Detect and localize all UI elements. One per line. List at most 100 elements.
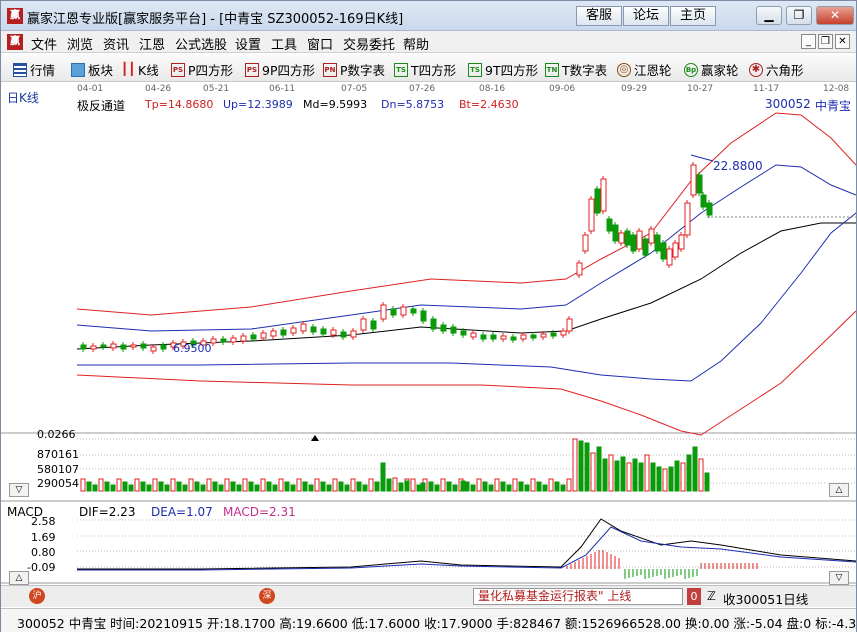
tool-9t-square[interactable]: TS 9T四方形 <box>468 60 538 79</box>
mdi-minimize-button[interactable]: _ <box>801 34 816 49</box>
volume-label: 870161 <box>37 448 79 461</box>
candle-body <box>624 230 631 246</box>
shenzhen-icon[interactable]: 深 <box>259 588 275 604</box>
tool-blocks[interactable]: 板块 <box>71 60 113 79</box>
volume-bar <box>398 482 404 492</box>
volume-bar <box>308 484 314 492</box>
grid-icon <box>13 62 27 77</box>
chart-area[interactable]: 日K线 04-01 04-26 05-21 06-11 07-05 07-26 08-16 0… <box>1 83 856 609</box>
candle-body <box>120 344 127 350</box>
tool-t-square[interactable]: TS T四方形 <box>394 60 456 79</box>
volume-bar <box>464 481 470 492</box>
volume-bar <box>194 481 200 492</box>
gann-wheel-icon: ◎ <box>617 62 631 77</box>
menu-help[interactable]: 帮助 <box>403 34 429 53</box>
volume-bar <box>80 478 86 492</box>
alert-icon: ℤ <box>707 589 716 603</box>
volume-bar <box>470 484 476 492</box>
volume-bar <box>608 454 614 492</box>
macd-axis-label: 1.69 <box>31 531 56 544</box>
volume-bar <box>460 480 466 492</box>
candle-body <box>350 330 357 338</box>
status-quote: 300052 中青宝 时间:20210915 开:18.1700 高:19.66… <box>17 616 857 631</box>
link-forum[interactable]: 论坛 <box>623 6 669 26</box>
menu-bar: 赢 文件 浏览 资讯 江恩 公式选股 设置 工具 窗口 交易委托 帮助 _ ❐ … <box>1 31 856 53</box>
macd-axis-label: 0.80 <box>31 546 56 559</box>
volume-bar <box>386 478 392 492</box>
menu-window[interactable]: 窗口 <box>307 34 333 53</box>
shanghai-icon[interactable]: 沪 <box>29 588 45 604</box>
candle-body <box>130 344 137 348</box>
candle-body <box>480 334 487 340</box>
volume-bar <box>170 478 176 492</box>
macd-expand-button[interactable]: ▽ <box>829 571 849 585</box>
volume-bar <box>314 478 320 492</box>
volume-bar <box>392 477 398 492</box>
volume-bar <box>668 466 674 492</box>
menu-formula[interactable]: 公式选股 <box>175 34 227 53</box>
menu-settings[interactable]: 设置 <box>235 34 261 53</box>
volume-bar <box>128 484 134 492</box>
tool-hexagon[interactable]: ✱ 六角形 <box>749 60 804 79</box>
pn-icon: PN <box>323 62 337 77</box>
menu-tools[interactable]: 工具 <box>271 34 297 53</box>
candle-body <box>530 334 537 339</box>
tool-kline[interactable]: ┃┃ K线 <box>121 60 159 79</box>
volume-bar <box>542 484 548 492</box>
volume-collapse-button[interactable]: ▽ <box>9 483 29 497</box>
tool-gann-wheel[interactable]: ◎ 江恩轮 <box>617 60 672 79</box>
mdi-restore-button[interactable]: ❐ <box>818 34 833 49</box>
tool-t-table[interactable]: TN T数字表 <box>545 60 607 79</box>
volume-bar <box>272 484 278 492</box>
candle-body <box>380 304 387 320</box>
candle-body <box>80 344 87 350</box>
volume-bar <box>302 481 308 492</box>
volume-bar <box>566 478 572 492</box>
tool-p-square[interactable]: PS P四方形 <box>171 60 233 79</box>
tool-quotes[interactable]: 行情 <box>13 60 55 79</box>
candle-body <box>310 326 317 333</box>
news-marquee[interactable]: 量化私募基金运行报表" 上线 <box>473 588 683 605</box>
volume-bar <box>284 481 290 492</box>
menu-info[interactable]: 资讯 <box>103 34 129 53</box>
volume-bar <box>638 462 644 492</box>
lower-band-line <box>77 212 856 382</box>
maximize-button[interactable]: ❐ <box>786 6 812 25</box>
volume-bar <box>344 484 350 492</box>
candle-body <box>684 202 691 236</box>
menu-trade[interactable]: 交易委托 <box>343 34 395 53</box>
volume-bar <box>164 484 170 492</box>
volume-bar <box>518 481 524 492</box>
volume-bar <box>122 481 128 492</box>
volume-bar <box>332 478 338 492</box>
candle-body <box>700 194 707 208</box>
volume-expand-button[interactable]: △ <box>829 483 849 497</box>
candle-body <box>490 334 497 340</box>
tool-winner-wheel[interactable]: Bp 赢家轮 <box>684 60 739 79</box>
close-button[interactable]: ✕ <box>816 6 854 25</box>
menu-file[interactable]: 文件 <box>31 34 57 53</box>
toolbar: 行情 板块 ┃┃ K线 PS P四方形 PS 9P四方形 PN P数字表 TS … <box>1 54 856 82</box>
volume-bar <box>278 478 284 492</box>
link-homepage[interactable]: 主页 <box>670 6 716 26</box>
volume-bar <box>428 481 434 492</box>
candle-body <box>340 331 347 338</box>
volume-bar <box>188 478 194 492</box>
minimize-button[interactable]: ▁ <box>756 6 782 25</box>
tool-p-table[interactable]: PN P数字表 <box>323 60 385 79</box>
volume-bar <box>704 472 710 492</box>
upper-band-line <box>76 164 856 332</box>
volume-bar <box>656 466 662 492</box>
link-customer-service[interactable]: 客服 <box>576 6 622 26</box>
macd-collapse-button[interactable]: △ <box>9 571 29 585</box>
candle-body <box>220 338 227 343</box>
watch-text[interactable]: 收300051日线 <box>723 589 808 608</box>
menu-browse[interactable]: 浏览 <box>67 34 93 53</box>
menu-gann[interactable]: 江恩 <box>139 34 165 53</box>
candlestick-icon: ┃┃ <box>121 61 136 76</box>
mdi-close-button[interactable]: ✕ <box>835 34 850 49</box>
volume-bar <box>110 484 116 492</box>
tool-9p-square[interactable]: PS 9P四方形 <box>245 60 315 79</box>
candle-body <box>576 262 583 276</box>
high-marker: 22.8800 <box>713 159 763 173</box>
